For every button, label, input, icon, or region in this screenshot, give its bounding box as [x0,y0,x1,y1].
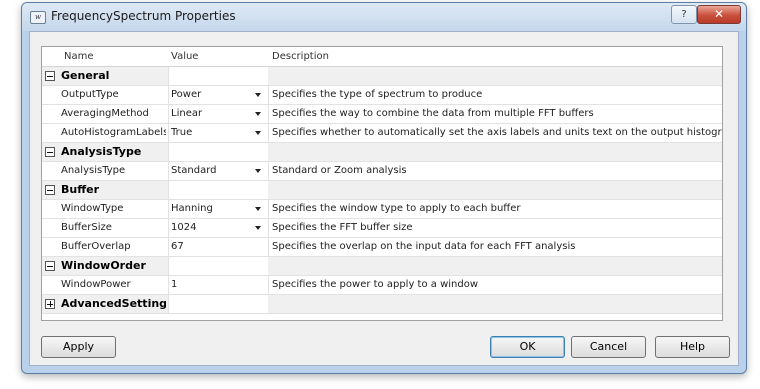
dropdown-arrow-icon[interactable] [255,93,261,97]
category-description-band [268,143,722,161]
property-value[interactable]: 67 [168,238,268,256]
dropdown-arrow-icon[interactable] [255,169,261,173]
category-description-band [268,181,722,199]
category-description-band [268,67,722,85]
property-name: AveragingMethod [61,108,149,119]
property-value[interactable]: Hanning [168,200,268,218]
category-label: AnalysisType [61,145,142,158]
app-window-icon: w [30,11,46,24]
property-row-windowpower[interactable]: WindowPower 1 Specifies the power to apply… [42,276,722,295]
property-description: Standard or Zoom analysis [268,162,722,180]
category-row-advancedsettings[interactable]: AdvancedSettings [42,295,722,314]
property-row-analysistype[interactable]: AnalysisType Standard Standard or Zoom ana… [42,162,722,181]
dropdown-arrow-icon[interactable] [255,131,261,135]
column-header-description[interactable]: Description [272,51,329,62]
property-name: WindowPower [61,279,131,290]
property-name: BufferSize [61,222,112,233]
property-grid: Name Value Description General OutputType… [41,46,723,321]
property-row-averagingmethod[interactable]: AveragingMethod Linear Specifies the way t… [42,105,722,124]
category-description-band [268,257,722,275]
property-name: WindowType [61,203,124,214]
collapse-icon[interactable] [45,147,55,157]
property-row-autohistogramlabels[interactable]: AutoHistogramLabels True Specifies whether… [42,124,722,143]
apply-button[interactable]: Apply [41,336,116,358]
row-gutter [42,105,58,123]
ok-button[interactable]: OK [490,336,565,358]
property-row-outputtype[interactable]: OutputType Power Specifies the type of spe… [42,86,722,105]
property-value[interactable]: True [168,124,268,142]
category-row-analysistype[interactable]: AnalysisType [42,143,722,162]
expand-icon[interactable] [45,299,55,309]
property-description: Specifies the type of spectrum to produc… [268,86,722,104]
property-value[interactable]: Linear [168,105,268,123]
close-icon[interactable]: ✕ [697,5,741,24]
grid-header: Name Value Description [42,47,722,67]
property-description: Specifies the power to apply to a window [268,276,722,294]
category-label: WindowOrder [61,259,146,272]
row-gutter [42,124,58,142]
property-name: OutputType [61,89,119,100]
dropdown-arrow-icon[interactable] [255,226,261,230]
property-description: Specifies the FFT buffer size [268,219,722,237]
dropdown-arrow-icon[interactable] [255,112,261,116]
collapse-icon[interactable] [45,185,55,195]
window-title: FrequencySpectrum Properties [51,9,236,23]
property-value[interactable]: 1 [168,276,268,294]
category-value-cell [168,295,268,313]
cancel-button[interactable]: Cancel [571,336,646,358]
category-row-buffer[interactable]: Buffer [42,181,722,200]
category-row-windoworder[interactable]: WindowOrder [42,257,722,276]
category-value-cell [168,257,268,275]
property-description: Specifies the window type to apply to ea… [268,200,722,218]
collapse-icon[interactable] [45,261,55,271]
category-label: General [61,69,110,82]
property-row-buffersize[interactable]: BufferSize 1024 Specifies the FFT buffer s… [42,219,722,238]
category-value-cell [168,143,268,161]
row-gutter [42,238,58,256]
property-row-bufferoverlap[interactable]: BufferOverlap 67 Specifies the overlap on … [42,238,722,257]
row-gutter [42,219,58,237]
property-row-windowtype[interactable]: WindowType Hanning Specifies the window ty… [42,200,722,219]
property-value[interactable]: Standard [168,162,268,180]
title-bar[interactable]: w FrequencySpectrum Properties ? ✕ [22,3,746,31]
property-name: AnalysisType [61,165,126,176]
property-description: Specifies the way to combine the data fr… [268,105,722,123]
category-label: Buffer [61,183,100,196]
category-row-general[interactable]: General [42,67,722,86]
row-gutter [42,276,58,294]
category-label: AdvancedSettings [61,297,166,310]
property-value[interactable]: Power [168,86,268,104]
collapse-icon[interactable] [45,71,55,81]
property-value[interactable]: 1024 [168,219,268,237]
column-header-value[interactable]: Value [171,51,198,62]
category-value-cell [168,181,268,199]
category-value-cell [168,67,268,85]
row-gutter [42,162,58,180]
row-gutter [42,86,58,104]
help-button[interactable]: Help [655,336,730,358]
property-name: BufferOverlap [61,241,131,252]
property-description: Specifies the overlap on the input data … [268,238,722,256]
property-description: Specifies whether to automatically set t… [268,124,722,142]
help-icon[interactable]: ? [671,5,697,24]
dialog-client-area: Name Value Description General OutputType… [29,31,739,366]
dropdown-arrow-icon[interactable] [255,207,261,211]
properties-dialog: w FrequencySpectrum Properties ? ✕ Name … [21,2,747,374]
row-gutter [42,200,58,218]
property-name: AutoHistogramLabels [61,127,166,138]
column-header-name[interactable]: Name [64,51,94,62]
category-description-band [268,295,722,313]
